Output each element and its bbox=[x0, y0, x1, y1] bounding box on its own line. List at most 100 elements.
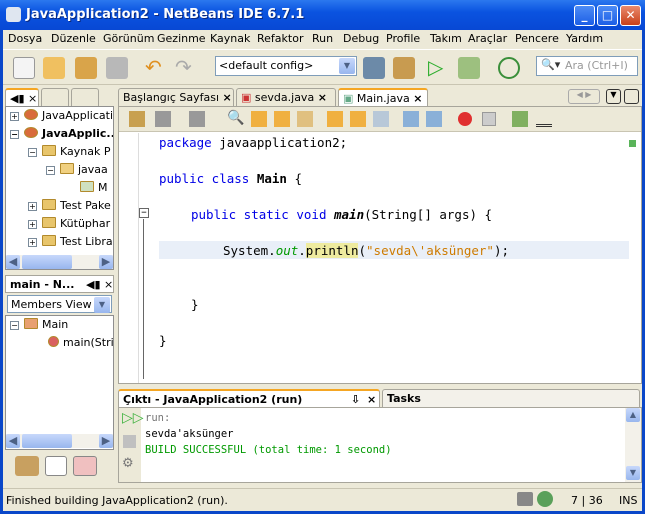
minimize-button[interactable]: _ bbox=[574, 5, 595, 26]
open-project-icon[interactable] bbox=[75, 57, 97, 79]
run-icon[interactable]: ▷ bbox=[428, 57, 450, 79]
horizontal-scrollbar[interactable]: ◀ ▶ bbox=[6, 255, 113, 269]
debug-icon[interactable] bbox=[458, 57, 480, 79]
forward-icon[interactable] bbox=[189, 111, 205, 127]
start-macro-icon[interactable] bbox=[458, 112, 472, 126]
code-fold-icon[interactable]: − bbox=[139, 208, 149, 218]
tab-main-java[interactable]: ▣ Main.java × bbox=[338, 88, 428, 106]
horizontal-scrollbar[interactable]: ◀ ▶ bbox=[6, 434, 113, 448]
editor-panel: 🔍 − package javaapplication2; public cla… bbox=[118, 106, 642, 384]
shift-right-icon[interactable] bbox=[426, 111, 442, 127]
find-next-icon[interactable] bbox=[274, 111, 290, 127]
tree-item[interactable]: + JavaApplicati bbox=[10, 109, 113, 122]
menu-pencere[interactable]: Pencere bbox=[515, 32, 559, 45]
find-icon[interactable]: 🔍 bbox=[227, 110, 244, 126]
menu-dosya[interactable]: Dosya bbox=[8, 32, 42, 45]
tab-list-icon[interactable]: ▼ bbox=[606, 89, 621, 104]
update-icon[interactable] bbox=[537, 491, 553, 507]
build-icon[interactable] bbox=[363, 57, 385, 79]
tab-services[interactable] bbox=[71, 88, 99, 106]
close-button[interactable]: ✕ bbox=[620, 5, 641, 26]
tab-tasks[interactable]: Tasks bbox=[382, 389, 640, 407]
cursor-position: 7 | 36 bbox=[571, 494, 603, 507]
code-area[interactable]: − package javaapplication2; public class… bbox=[119, 133, 641, 383]
navigator-tree: − Main main(Stri ◀ ▶ bbox=[5, 315, 114, 450]
menu-araclar[interactable]: Araçlar bbox=[468, 32, 507, 45]
undo-icon[interactable]: ↶ bbox=[145, 57, 167, 79]
window-title: JavaApplication2 - NetBeans IDE 6.7.1 bbox=[26, 7, 305, 22]
save-all-icon[interactable] bbox=[106, 57, 128, 79]
config-select[interactable]: <default config> ▼ bbox=[215, 56, 357, 76]
maximize-button[interactable]: □ bbox=[597, 5, 618, 26]
tree-item[interactable]: main(Stri bbox=[48, 336, 114, 349]
output-line: sevda'aksünger bbox=[145, 428, 234, 440]
next-bookmark-icon[interactable] bbox=[350, 111, 366, 127]
menu-refaktor[interactable]: Refaktor bbox=[257, 32, 303, 45]
toggle-bookmark-icon[interactable] bbox=[373, 111, 389, 127]
output-line: run: bbox=[145, 412, 171, 424]
tree-item[interactable]: + Test Pake bbox=[28, 199, 111, 212]
stop-macro-icon[interactable] bbox=[482, 112, 496, 126]
tree-item[interactable]: − JavaApplic... bbox=[10, 127, 113, 140]
minimize-icon[interactable]: ◀▮ bbox=[86, 278, 101, 291]
tab-start-page[interactable]: Başlangıç Sayfası × bbox=[118, 88, 234, 106]
shift-left-icon[interactable] bbox=[403, 111, 419, 127]
tab-scroll-arrows[interactable]: ◀ ▶ bbox=[568, 89, 600, 104]
tab-files[interactable] bbox=[41, 88, 69, 106]
tab-projects[interactable]: ◀▮ × bbox=[5, 88, 39, 106]
members-view-select[interactable]: Members View ▼ bbox=[7, 295, 112, 313]
menu-takim[interactable]: Takım bbox=[430, 32, 462, 45]
uncomment-icon[interactable] bbox=[536, 111, 552, 127]
members-filter-icon[interactable] bbox=[15, 456, 39, 476]
title-bar: JavaApplication2 - NetBeans IDE 6.7.1 _ … bbox=[0, 0, 645, 30]
scroll-down-icon: ▼ bbox=[626, 466, 640, 480]
tab-sevda-java[interactable]: ▣ sevda.java × bbox=[236, 88, 336, 106]
tab-output[interactable]: Çıktı - JavaApplication2 (run) ⇩ × bbox=[118, 389, 380, 407]
ide-frame: Dosya Düzenle Görünüm Gezinme Kaynak Ref… bbox=[3, 30, 642, 511]
tree-item[interactable]: M bbox=[80, 181, 108, 194]
menu-profile[interactable]: Profile bbox=[386, 32, 420, 45]
rerun-icon[interactable]: ▷▷ bbox=[122, 410, 144, 426]
vertical-scrollbar[interactable]: ▲ ▼ bbox=[625, 408, 641, 482]
menu-kaynak[interactable]: Kaynak bbox=[210, 32, 250, 45]
tree-item[interactable]: − Kaynak P bbox=[28, 145, 110, 158]
projects-minimize-icon[interactable]: ◀▮ bbox=[10, 92, 25, 105]
menu-run[interactable]: Run bbox=[312, 32, 333, 45]
menu-gorunum[interactable]: Görünüm bbox=[103, 32, 154, 45]
menu-duzenle[interactable]: Düzenle bbox=[51, 32, 96, 45]
projects-close-icon[interactable]: × bbox=[28, 92, 37, 105]
settings-icon[interactable]: ⚙ bbox=[122, 456, 134, 471]
previous-bookmark-icon[interactable] bbox=[327, 111, 343, 127]
output-line: BUILD SUCCESSFUL (total time: 1 second) bbox=[145, 444, 392, 456]
menu-yardim[interactable]: Yardım bbox=[566, 32, 603, 45]
new-file-icon[interactable] bbox=[13, 57, 35, 79]
tree-item[interactable]: + Test Libra bbox=[28, 235, 113, 248]
comment-icon[interactable] bbox=[512, 111, 528, 127]
tree-item[interactable]: − javaa bbox=[46, 163, 108, 176]
static-filter-icon[interactable] bbox=[73, 456, 97, 476]
fields-filter-icon[interactable] bbox=[45, 456, 67, 476]
toggle-highlight-icon[interactable] bbox=[297, 111, 313, 127]
stop-icon[interactable] bbox=[123, 435, 136, 448]
menu-debug[interactable]: Debug bbox=[343, 32, 379, 45]
maximize-editor-icon[interactable] bbox=[624, 89, 639, 104]
find-previous-icon[interactable] bbox=[251, 111, 267, 127]
profile-icon[interactable] bbox=[498, 57, 520, 79]
search-input[interactable]: 🔍▾ Ara (Ctrl+I) bbox=[536, 56, 638, 76]
close-icon: × bbox=[413, 92, 423, 105]
navigator-title: main - N... bbox=[10, 278, 75, 291]
insert-mode: INS bbox=[619, 494, 638, 507]
code-line: System.out.println("sevda\'aksünger"); bbox=[223, 243, 510, 258]
close-icon: × bbox=[222, 91, 232, 104]
output-panel: ▷▷ ⚙ run: sevda'aksünger BUILD SUCCESSFU… bbox=[118, 407, 642, 483]
menu-gezinme[interactable]: Gezinme bbox=[157, 32, 206, 45]
redo-icon[interactable]: ↷ bbox=[175, 57, 197, 79]
close-icon[interactable]: × bbox=[104, 278, 113, 291]
new-project-icon[interactable] bbox=[43, 57, 65, 79]
back-icon[interactable] bbox=[155, 111, 171, 127]
tree-item[interactable]: + Kütüphar bbox=[28, 217, 110, 230]
last-edit-icon[interactable] bbox=[129, 111, 145, 127]
clean-build-icon[interactable] bbox=[393, 57, 415, 79]
editor-state-icon bbox=[517, 492, 533, 506]
tree-item[interactable]: − Main bbox=[10, 318, 68, 331]
